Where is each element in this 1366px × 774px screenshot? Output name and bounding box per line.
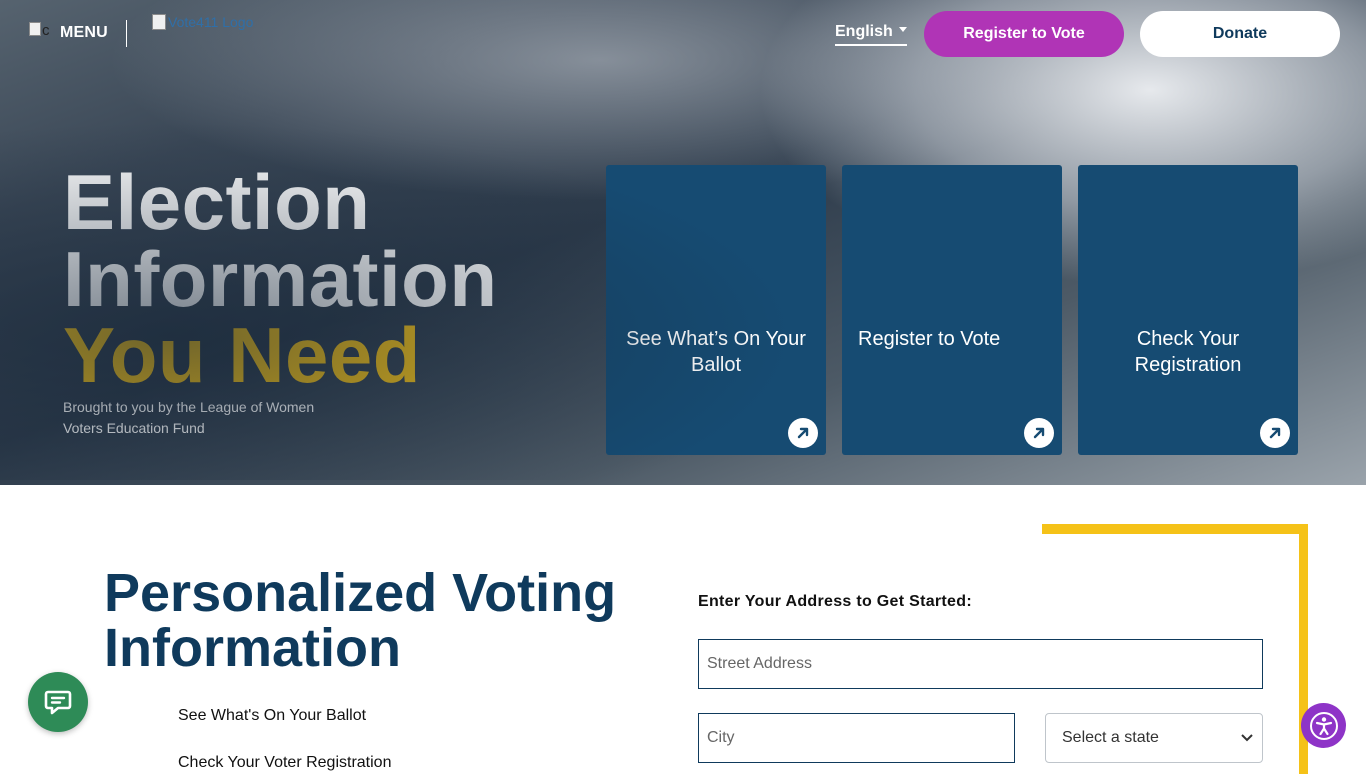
link-check-registration[interactable]: Check Your Voter Registration: [178, 754, 391, 772]
hero-byline: Brought to you by the League of Women Vo…: [63, 399, 315, 436]
broken-image-icon: c: [29, 22, 57, 42]
decorative-bracket-top: [1042, 524, 1308, 534]
state-select[interactable]: Select a state: [1045, 713, 1263, 763]
broken-image-alt: c: [42, 22, 50, 39]
register-to-vote-button[interactable]: Register to Vote: [924, 11, 1124, 57]
language-selector[interactable]: English: [835, 23, 907, 46]
caret-down-icon: [898, 27, 907, 33]
arrow-up-right-icon: [788, 418, 818, 448]
hero-section: c MENU Vote411 Logo English Register to …: [0, 0, 1366, 485]
section-title-line2: Information: [104, 618, 401, 678]
street-address-input[interactable]: [698, 639, 1263, 689]
chat-bubble-icon: [44, 690, 72, 715]
donate-button[interactable]: Donate: [1140, 11, 1340, 57]
arrow-up-right-icon: [1260, 418, 1290, 448]
card-register-to-vote[interactable]: Register to Vote: [842, 165, 1062, 455]
address-form-label: Enter Your Address to Get Started:: [698, 593, 972, 610]
hero-title-line3: You Need: [63, 311, 421, 399]
header-divider: [126, 20, 127, 47]
accessibility-icon: [1309, 711, 1338, 740]
arrow-up-right-icon: [1024, 418, 1054, 448]
card-check-registration[interactable]: Check Your Registration: [1078, 165, 1298, 455]
card-label: See What’s On Your Ballot: [626, 328, 806, 376]
broken-logo-icon: [152, 14, 166, 30]
card-label: Register to Vote: [858, 328, 1001, 350]
menu-button[interactable]: MENU: [60, 24, 108, 42]
site-logo[interactable]: Vote411 Logo: [152, 14, 272, 34]
card-label: Check Your Registration: [1134, 328, 1242, 376]
accessibility-button[interactable]: [1301, 703, 1346, 748]
city-input[interactable]: [698, 713, 1015, 763]
section-title-line1: Personalized Voting: [104, 563, 617, 623]
chat-button[interactable]: [28, 672, 88, 732]
card-see-ballot[interactable]: See What’s On Your Ballot: [606, 165, 826, 455]
link-see-ballot[interactable]: See What's On Your Ballot: [178, 707, 366, 725]
state-select-value: Select a state: [1062, 729, 1159, 746]
hero-title-line2: Information: [63, 235, 498, 323]
chevron-down-icon: [1241, 734, 1253, 742]
hero-title-line1: Election: [63, 158, 371, 246]
logo-alt-text: Vote411 Logo: [168, 14, 254, 30]
language-label: English: [835, 23, 893, 40]
